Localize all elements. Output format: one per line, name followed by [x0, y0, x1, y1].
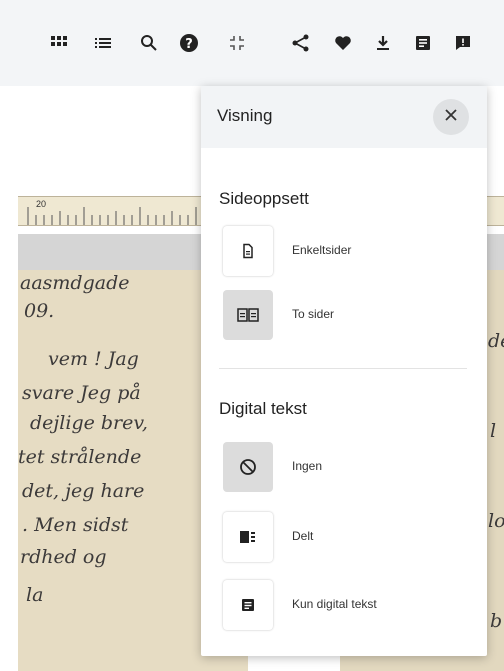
option-none[interactable]: Ingen	[219, 442, 469, 492]
digital-text-only-icon	[223, 580, 273, 630]
download-icon[interactable]	[372, 32, 394, 54]
text-document-icon[interactable]	[412, 32, 434, 54]
list-view-icon[interactable]	[92, 32, 114, 54]
panel-title: Visning	[217, 106, 273, 125]
search-icon[interactable]	[138, 32, 160, 54]
handwriting-line: 09.	[24, 300, 55, 322]
handwriting-line: rdhed og	[20, 546, 107, 568]
share-icon[interactable]	[290, 32, 312, 54]
ruler-number: 20	[36, 199, 47, 209]
option-label: Delt	[292, 529, 314, 543]
layout-section-title: Sideoppsett	[219, 189, 309, 208]
single-page-icon	[223, 226, 273, 276]
panel-header: Visning	[201, 86, 487, 148]
option-label: To sider	[292, 307, 335, 321]
handwriting-line: . Men sidst	[22, 514, 129, 536]
two-pages-icon	[223, 290, 273, 340]
none-icon	[223, 442, 273, 492]
grid-view-icon[interactable]	[48, 32, 70, 54]
feedback-icon[interactable]	[452, 32, 474, 54]
handwriting-line: dejlige brev,	[30, 412, 148, 434]
option-label: Kun digital tekst	[292, 597, 377, 611]
svg-text:?: ?	[185, 37, 193, 52]
view-settings-panel: Visning Sideoppsett Enkeltsider To sider…	[201, 86, 487, 656]
handwriting-line: l	[490, 420, 497, 442]
handwriting-line: la	[26, 584, 44, 606]
option-digital-text-only[interactable]: Kun digital tekst	[219, 580, 469, 630]
help-icon[interactable]: ?	[178, 32, 200, 54]
favorite-heart-icon[interactable]	[332, 32, 354, 54]
fullscreen-exit-icon[interactable]	[226, 32, 248, 54]
handwriting-line: de	[488, 330, 504, 352]
option-two-pages[interactable]: To sider	[219, 290, 469, 340]
handwriting-line: svare Jeg på	[22, 382, 141, 404]
option-label: Ingen	[292, 459, 323, 473]
option-split[interactable]: Delt	[219, 512, 469, 562]
handwriting-line: b	[490, 610, 503, 632]
section-divider	[219, 368, 467, 369]
close-icon	[444, 108, 458, 127]
handwriting-line: tet strålende	[18, 446, 142, 468]
handwriting-line: det, jeg hare	[22, 480, 145, 502]
option-single-pages[interactable]: Enkeltsider	[219, 226, 469, 276]
handwriting-line: lo	[488, 510, 504, 532]
digital-text-section-title: Digital tekst	[219, 399, 307, 418]
handwriting-line: vem ! Jag	[48, 348, 139, 370]
close-button[interactable]	[433, 99, 469, 135]
split-view-icon	[223, 512, 273, 562]
top-toolbar: ?	[0, 0, 504, 86]
handwriting-line: aasmdgade	[20, 272, 130, 294]
option-label: Enkeltsider	[292, 243, 352, 257]
